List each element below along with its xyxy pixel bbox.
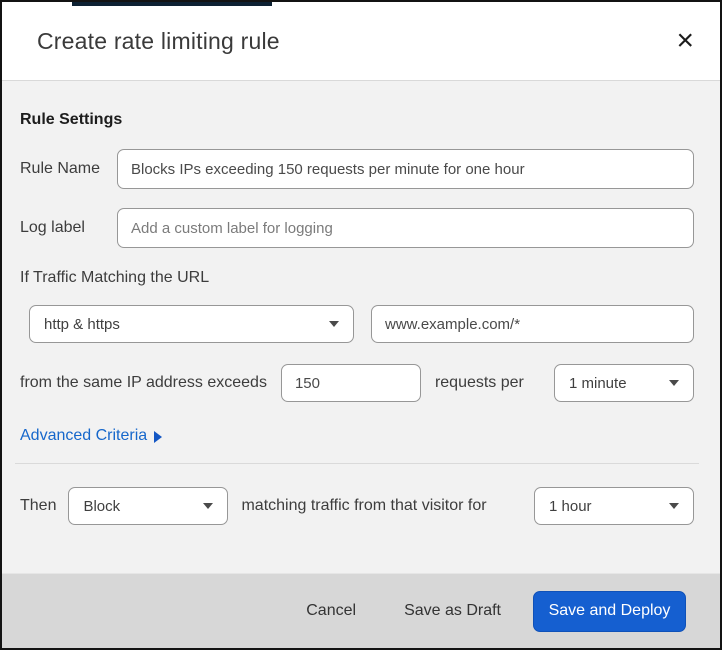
request-count-input[interactable] [280,364,421,402]
duration-select[interactable]: 1 hour [534,487,694,525]
url-match-row: http & https [29,305,694,343]
create-rate-limiting-rule-dialog: Create rate limiting rule × Rule Setting… [0,0,722,650]
rule-name-input[interactable] [117,149,694,189]
action-row: Then Block matching traffic from that vi… [20,487,694,525]
action-select[interactable]: Block [68,487,229,525]
close-icon[interactable]: × [674,26,696,56]
chevron-down-icon [669,503,679,509]
period-select[interactable]: 1 minute [554,364,694,402]
rule-settings-heading: Rule Settings [20,111,123,128]
advanced-criteria-label: Advanced Criteria [20,427,148,444]
scheme-select-value: http & https [44,315,120,333]
then-label: Then [20,497,57,514]
dialog-header: Create rate limiting rule × [2,2,720,81]
threshold-row: from the same IP address exceeds request… [20,364,694,402]
advanced-criteria-link[interactable]: Advanced Criteria [20,427,163,445]
background-page-accent-bar [72,2,272,6]
requests-per-label: requests per [434,374,524,391]
rule-name-row: Rule Name [20,149,694,189]
expand-right-arrow-icon [154,431,163,443]
dialog-body: Rule Settings Rule Name Log label If Tra… [2,81,720,573]
cancel-button[interactable]: Cancel [302,594,360,628]
save-and-deploy-button[interactable]: Save and Deploy [533,590,686,632]
duration-select-value: 1 hour [549,497,592,515]
action-select-value: Block [83,497,121,515]
scheme-select[interactable]: http & https [29,305,354,343]
url-pattern-input[interactable] [371,305,694,343]
action-middle-label: matching traffic from that visitor for [241,497,487,514]
threshold-prefix-label: from the same IP address exceeds [20,374,267,391]
dialog-footer: Cancel Save as Draft Save and Deploy [2,573,720,648]
log-label-row: Log label [20,208,694,248]
page-title: Create rate limiting rule [37,27,280,54]
section-divider [15,463,699,464]
rule-name-label: Rule Name [20,160,101,177]
log-label-label: Log label [20,219,85,236]
traffic-match-heading: If Traffic Matching the URL [20,269,210,286]
period-select-value: 1 minute [569,374,627,392]
save-as-draft-button[interactable]: Save as Draft [400,594,505,628]
chevron-down-icon [669,380,679,386]
chevron-down-icon [329,321,339,327]
log-label-input[interactable] [117,208,694,248]
chevron-down-icon [203,503,214,509]
